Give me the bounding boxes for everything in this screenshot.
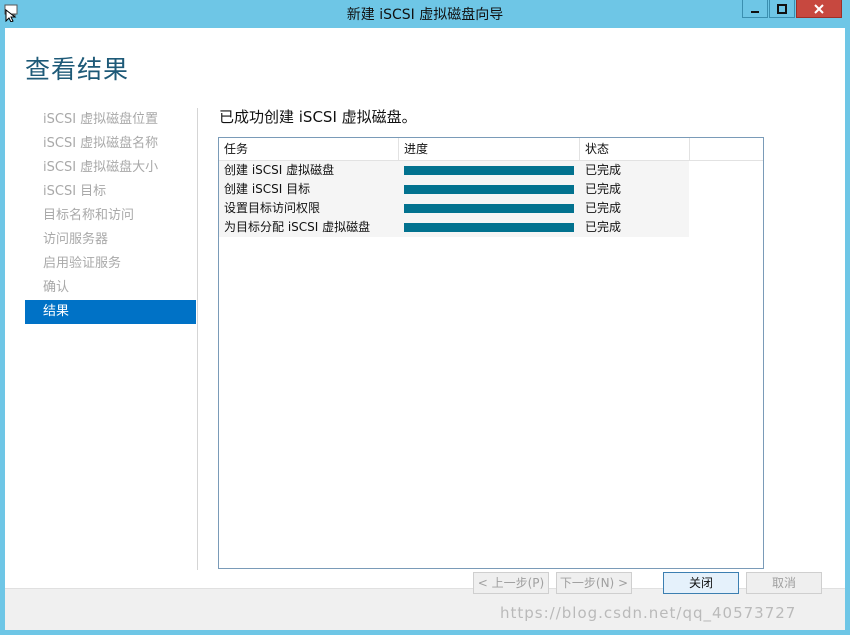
- column-header-task[interactable]: 任务: [219, 138, 399, 160]
- column-header-status[interactable]: 状态: [580, 138, 690, 160]
- status-cell: 已完成: [585, 220, 622, 234]
- progress-bar-fill: [404, 204, 574, 213]
- step-item: iSCSI 虚拟磁盘大小: [43, 160, 159, 175]
- close-icon: [814, 3, 824, 14]
- task-cell: 创建 iSCSI 目标: [224, 182, 311, 196]
- vertical-divider: [197, 108, 198, 570]
- title-bar[interactable]: 新建 iSCSI 虚拟磁盘向导: [0, 0, 850, 28]
- task-cell: 创建 iSCSI 虚拟磁盘: [224, 163, 335, 177]
- step-item: iSCSI 虚拟磁盘名称: [43, 136, 159, 151]
- page-title: 查看结果: [25, 55, 130, 84]
- wizard-header: 查看结果: [5, 28, 845, 104]
- progress-bar: [404, 166, 574, 175]
- minimize-icon: [751, 10, 759, 13]
- task-cell: 设置目标访问权限: [224, 201, 321, 215]
- window-title: 新建 iSCSI 虚拟磁盘向导: [346, 7, 504, 23]
- progress-bar-fill: [404, 185, 574, 194]
- step-item: 启用验证服务: [43, 256, 122, 271]
- progress-bar-fill: [404, 166, 574, 175]
- status-cell: 已完成: [585, 182, 622, 196]
- status-cell: 已完成: [585, 201, 622, 215]
- table-row[interactable]: 设置目标访问权限 已完成: [219, 199, 689, 218]
- step-item: 确认: [43, 280, 70, 295]
- progress-bar: [404, 223, 574, 232]
- close-window-button[interactable]: [796, 0, 842, 18]
- wizard-steps: iSCSI 虚拟磁盘位置 iSCSI 虚拟磁盘名称 iSCSI 虚拟磁盘大小 i…: [25, 108, 196, 324]
- step-item: 访问服务器: [43, 232, 109, 247]
- results-table[interactable]: 任务 进度 状态 创建 iSCSI 虚拟磁盘 已完成 创建 iSCSI 目标 已…: [218, 137, 764, 569]
- result-message: 已成功创建 iSCSI 虚拟磁盘。: [219, 108, 417, 126]
- watermark: https://blog.csdn.net/qq_40573727: [500, 604, 797, 622]
- step-item: iSCSI 目标: [43, 184, 107, 199]
- maximize-icon: [777, 3, 787, 14]
- step-item: iSCSI 虚拟磁盘位置: [43, 112, 159, 127]
- table-header: 任务 进度 状态: [219, 138, 763, 161]
- task-cell: 为目标分配 iSCSI 虚拟磁盘: [224, 220, 371, 234]
- status-cell: 已完成: [585, 163, 622, 177]
- table-row[interactable]: 为目标分配 iSCSI 虚拟磁盘 已完成: [219, 218, 689, 237]
- table-row[interactable]: 创建 iSCSI 虚拟磁盘 已完成: [219, 161, 689, 180]
- previous-button[interactable]: < 上一步(P): [473, 572, 549, 594]
- cancel-button[interactable]: 取消: [746, 572, 822, 594]
- minimize-button[interactable]: [742, 0, 768, 18]
- step-item-active: 结果: [25, 300, 196, 324]
- maximize-button[interactable]: [769, 0, 795, 18]
- step-item: 目标名称和访问: [43, 208, 135, 223]
- progress-bar: [404, 185, 574, 194]
- wizard-client-area: 查看结果 iSCSI 虚拟磁盘位置 iSCSI 虚拟磁盘名称 iSCSI 虚拟磁…: [5, 28, 845, 630]
- progress-bar-fill: [404, 223, 574, 232]
- progress-bar: [404, 204, 574, 213]
- table-row[interactable]: 创建 iSCSI 目标 已完成: [219, 180, 689, 199]
- next-button[interactable]: 下一步(N) >: [556, 572, 632, 594]
- column-header-progress[interactable]: 进度: [399, 138, 580, 160]
- close-button[interactable]: 关闭: [663, 572, 739, 594]
